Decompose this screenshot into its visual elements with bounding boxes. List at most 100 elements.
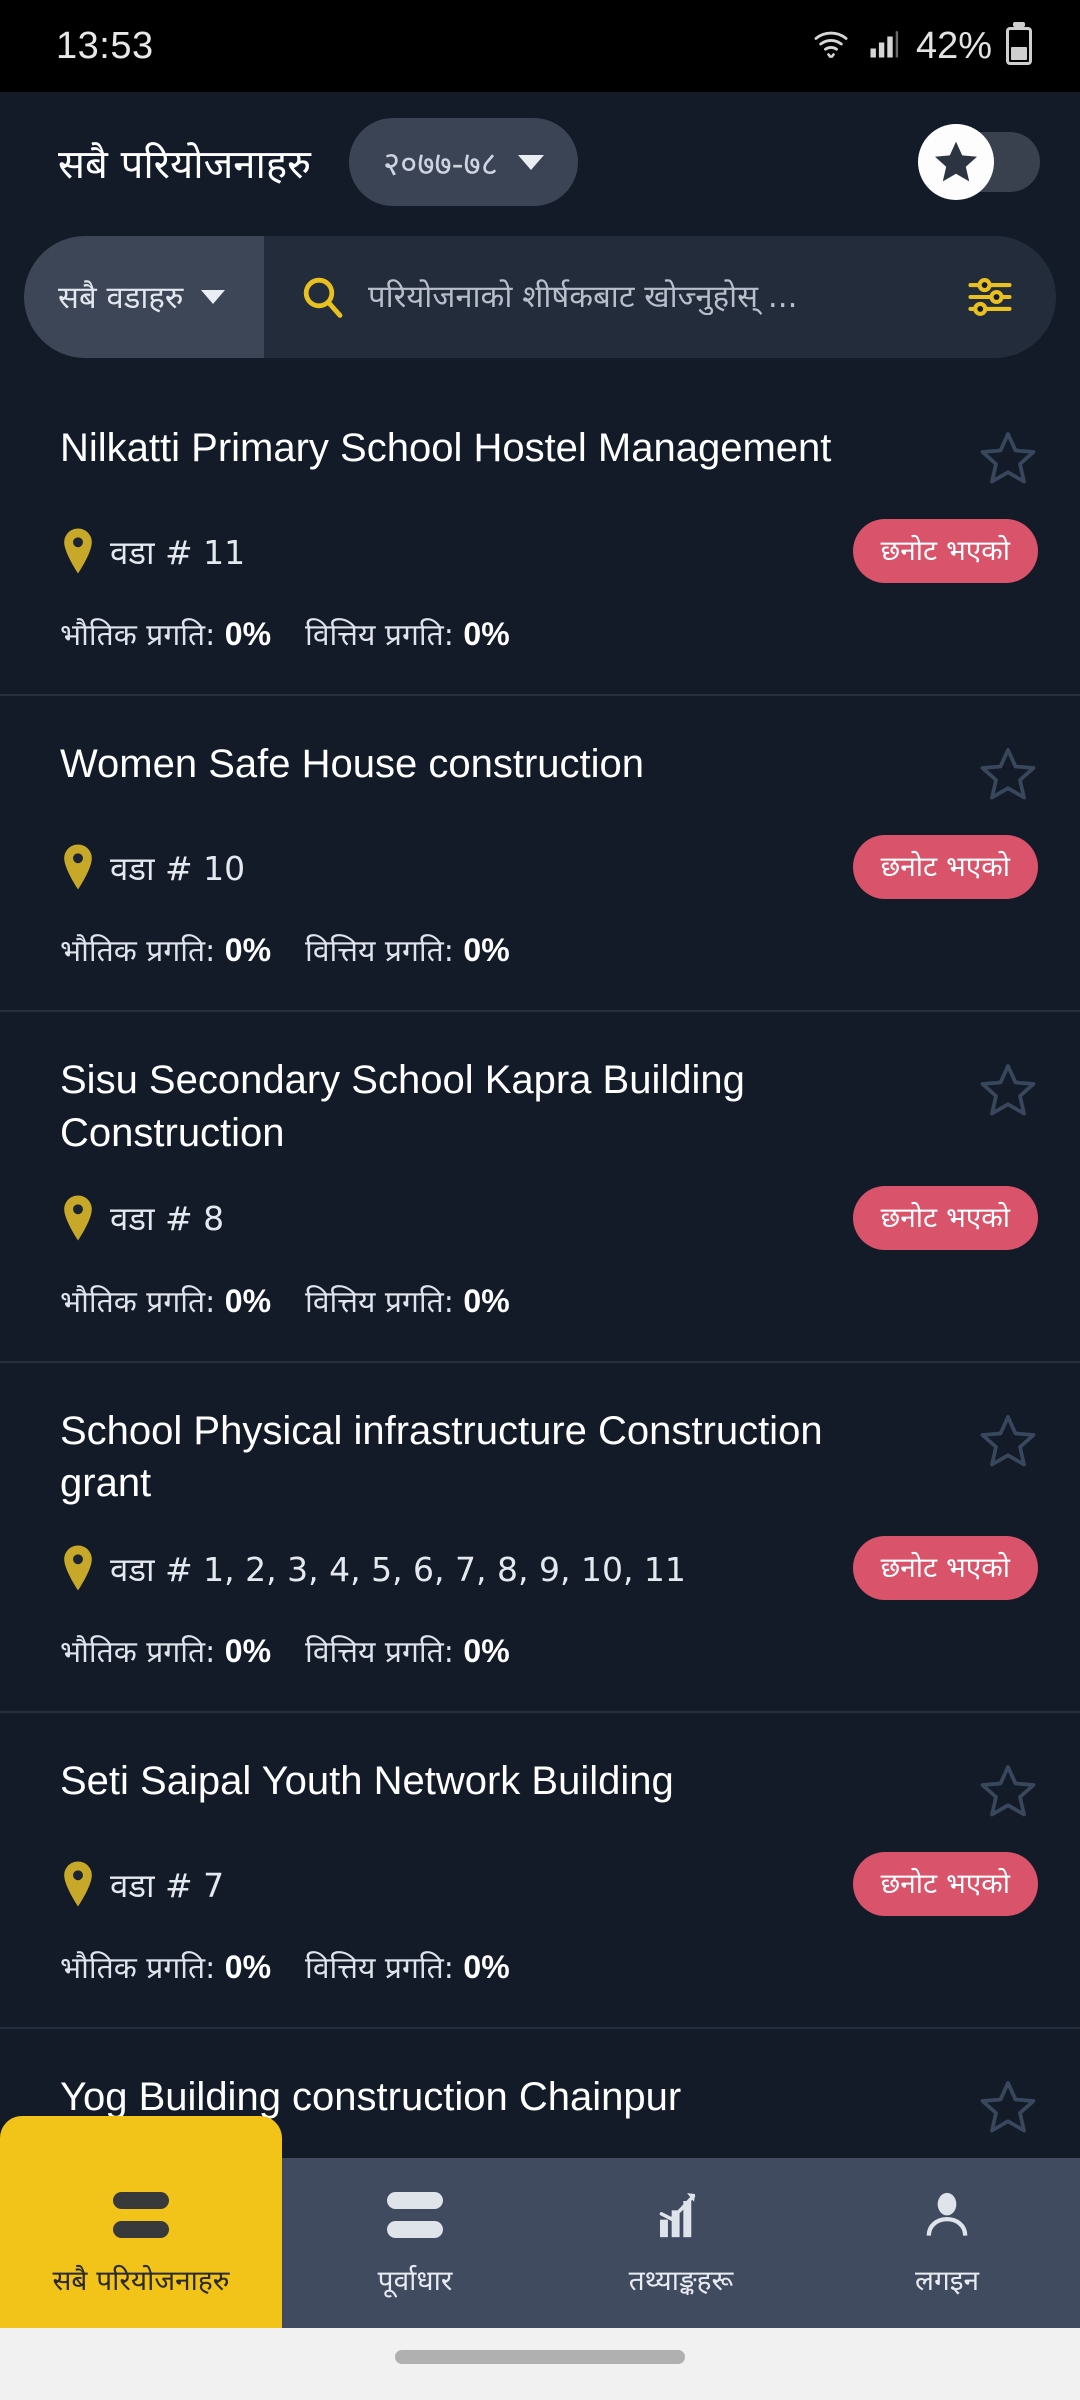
project-title: Women Safe House construction bbox=[60, 742, 645, 786]
financial-progress-label: वित्तिय प्रगति: bbox=[305, 1635, 454, 1671]
project-ward-label: वडा # 10 bbox=[110, 848, 246, 888]
status-badge: छनोट भएको bbox=[852, 519, 1038, 583]
search-input[interactable] bbox=[368, 279, 948, 315]
project-progress: भौतिक प्रगति: 0% वित्तिय प्रगति: 0% bbox=[60, 1280, 1038, 1321]
project-title: Seti Saipal Youth Network Building bbox=[60, 1759, 674, 1804]
financial-progress-label: वित्तिय प्रगति: bbox=[305, 1284, 454, 1320]
battery-icon bbox=[1006, 27, 1032, 65]
project-header: Sisu Secondary School Kapra Building Con… bbox=[60, 1054, 1038, 1160]
status-badge: छनोट भएको bbox=[852, 1852, 1038, 1917]
tune-filter-icon[interactable] bbox=[948, 271, 1056, 323]
status-bar-clock: 13:53 bbox=[56, 24, 154, 67]
star-outline-icon[interactable] bbox=[978, 1405, 1038, 1476]
project-ward: वडा # 7 bbox=[60, 1861, 224, 1907]
physical-progress: भौतिक प्रगति: 0% bbox=[60, 1280, 271, 1321]
app-header: सबै परियोजनाहरु २०७७-७८ bbox=[0, 92, 1080, 232]
physical-progress: भौतिक प्रगति: 0% bbox=[60, 613, 271, 654]
physical-progress-label: भौतिक प्रगति: bbox=[60, 934, 216, 969]
project-header: School Physical infrastructure Construct… bbox=[60, 1405, 1038, 1511]
location-pin-icon bbox=[60, 1861, 96, 1907]
battery-percent-label: 42% bbox=[915, 24, 992, 67]
status-bar-indicators: 42% bbox=[810, 25, 1032, 68]
physical-progress-value: 0% bbox=[224, 1949, 272, 1986]
nav-item-infrastructure[interactable]: पूर्वाधार bbox=[282, 2158, 548, 2328]
location-pin-icon bbox=[60, 1195, 96, 1241]
project-list-item[interactable]: Sisu Secondary School Kapra Building Con… bbox=[0, 1012, 1080, 1363]
physical-progress-value: 0% bbox=[224, 616, 272, 652]
project-ward-label: वडा # 1, 2, 3, 4, 5, 6, 7, 8, 9, 10, 11 bbox=[110, 1549, 686, 1589]
project-list-item[interactable]: Women Safe House construction वडा # 10 छ… bbox=[0, 696, 1080, 1012]
project-meta: वडा # 10 छनोट भएको bbox=[60, 835, 1038, 899]
project-progress: भौतिक प्रगति: 0% वित्तिय प्रगति: 0% bbox=[60, 1946, 1038, 1987]
project-meta: वडा # 8 छनोट भएको bbox=[60, 1185, 1038, 1250]
physical-progress-value: 0% bbox=[224, 932, 272, 968]
financial-progress-label: वित्तिय प्रगति: bbox=[305, 618, 454, 653]
financial-progress: वित्तिय प्रगति: 0% bbox=[305, 613, 510, 654]
location-pin-icon bbox=[60, 528, 96, 574]
project-header: Women Safe House construction bbox=[60, 738, 1038, 809]
project-progress: भौतिक प्रगति: 0% वित्तिय प्रगति: 0% bbox=[60, 1630, 1038, 1671]
financial-progress-value: 0% bbox=[463, 1633, 510, 1670]
project-list: Nilkatti Primary School Hostel Managemen… bbox=[0, 380, 1080, 2185]
location-pin-icon bbox=[60, 1545, 96, 1591]
project-meta: वडा # 11 छनोट भएको bbox=[60, 519, 1038, 583]
project-ward: वडा # 10 bbox=[60, 844, 245, 890]
page-title: सबै परियोजनाहरु bbox=[58, 141, 311, 188]
nav-label-all-projects: सबै परियोजनाहरु bbox=[52, 2264, 230, 2297]
project-ward: वडा # 8 bbox=[60, 1195, 224, 1241]
physical-progress: भौतिक प्रगति: 0% bbox=[60, 1630, 271, 1671]
location-pin-icon bbox=[60, 844, 96, 890]
nav-item-login[interactable]: लगइन bbox=[814, 2158, 1080, 2328]
financial-progress-value: 0% bbox=[463, 616, 510, 652]
fiscal-year-dropdown[interactable]: २०७७-७८ bbox=[349, 118, 578, 206]
star-outline-icon[interactable] bbox=[978, 738, 1038, 809]
physical-progress-label: भौतिक प्रगति: bbox=[60, 618, 216, 653]
project-ward: वडा # 1, 2, 3, 4, 5, 6, 7, 8, 9, 10, 11 bbox=[60, 1545, 686, 1591]
project-list-item[interactable]: School Physical infrastructure Construct… bbox=[0, 1363, 1080, 1714]
list-bars-icon bbox=[113, 2187, 169, 2243]
financial-progress-value: 0% bbox=[463, 1282, 510, 1319]
status-badge: छनोट भएको bbox=[852, 1536, 1038, 1601]
home-indicator[interactable] bbox=[395, 2350, 685, 2364]
nav-item-all-projects[interactable]: सबै परियोजनाहरु bbox=[0, 2116, 282, 2328]
list-bars-icon bbox=[387, 2187, 443, 2243]
nav-item-statistics[interactable]: तथ्याङ्कहरू bbox=[548, 2158, 814, 2328]
star-outline-icon[interactable] bbox=[978, 422, 1038, 493]
status-bar: 13:53 42% bbox=[0, 0, 1080, 92]
project-ward-label: वडा # 7 bbox=[110, 1865, 225, 1905]
financial-progress-value: 0% bbox=[463, 1949, 510, 1986]
physical-progress-label: भौतिक प्रगति: bbox=[60, 1951, 216, 1987]
financial-progress: वित्तिय प्रगति: 0% bbox=[305, 1630, 510, 1671]
favorites-toggle[interactable] bbox=[918, 124, 1040, 200]
star-icon bbox=[935, 141, 977, 182]
project-list-item[interactable]: Nilkatti Primary School Hostel Managemen… bbox=[0, 380, 1080, 696]
financial-progress: वित्तिय प्रगति: 0% bbox=[305, 1946, 510, 1987]
project-list-item[interactable]: Seti Saipal Youth Network Building वडा #… bbox=[0, 1713, 1080, 2030]
physical-progress-value: 0% bbox=[224, 1282, 272, 1319]
person-icon bbox=[921, 2187, 973, 2243]
star-outline-icon[interactable] bbox=[978, 1054, 1038, 1125]
project-meta: वडा # 1, 2, 3, 4, 5, 6, 7, 8, 9, 10, 11 … bbox=[60, 1536, 1038, 1601]
project-header: Seti Saipal Youth Network Building bbox=[60, 1755, 1038, 1826]
project-title: School Physical infrastructure Construct… bbox=[60, 1408, 823, 1506]
system-navigation-bar bbox=[0, 2328, 1080, 2400]
physical-progress: भौतिक प्रगति: 0% bbox=[60, 929, 271, 970]
search-section: सबै वडाहरु bbox=[0, 232, 1080, 358]
project-ward: वडा # 11 bbox=[60, 528, 245, 574]
physical-progress: भौतिक प्रगति: 0% bbox=[60, 1946, 271, 1987]
project-ward-label: वडा # 11 bbox=[110, 532, 246, 572]
nav-label-statistics: तथ्याङ्कहरू bbox=[628, 2264, 734, 2297]
search-icon bbox=[298, 273, 346, 321]
ward-filter-label: सबै वडाहरु bbox=[58, 280, 184, 316]
ward-filter-dropdown[interactable]: सबै वडाहरु bbox=[24, 236, 264, 358]
favorites-toggle-thumb bbox=[918, 124, 994, 200]
project-progress: भौतिक प्रगति: 0% वित्तिय प्रगति: 0% bbox=[60, 613, 1038, 654]
fiscal-year-value: २०७७-७८ bbox=[383, 143, 498, 183]
financial-progress: वित्तिय प्रगति: 0% bbox=[305, 929, 510, 970]
project-header: Nilkatti Primary School Hostel Managemen… bbox=[60, 422, 1038, 493]
star-outline-icon[interactable] bbox=[978, 2071, 1038, 2142]
cellular-signal-icon bbox=[866, 26, 902, 67]
star-outline-icon[interactable] bbox=[978, 1755, 1038, 1826]
nav-label-login: लगइन bbox=[914, 2264, 980, 2297]
project-title: Nilkatti Primary School Hostel Managemen… bbox=[60, 426, 832, 470]
